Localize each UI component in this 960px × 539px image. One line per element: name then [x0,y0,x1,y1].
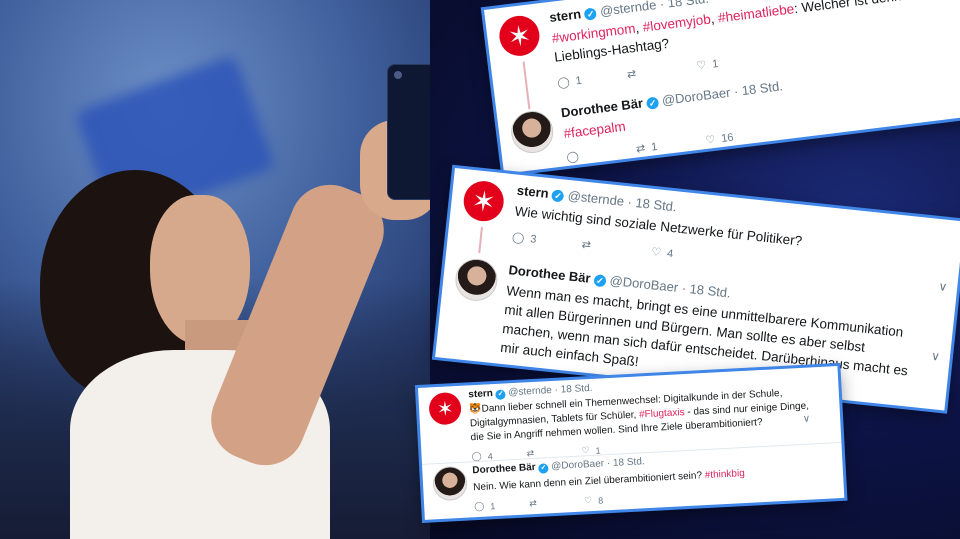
reply-button[interactable]: ◯ 3 [511,230,582,250]
retweet-button[interactable]: ⇄ [581,238,652,258]
author-name[interactable]: stern [516,183,549,201]
hashtag-link[interactable]: #thinkbig [704,468,745,481]
reply-button[interactable]: ◯ 1 [557,68,628,89]
chevron-down-icon[interactable]: ∨ [803,414,811,425]
retweet-count: 1 [650,140,658,154]
reply-icon: ◯ [511,231,525,245]
heart-icon: ♡ [704,133,717,147]
retweet-icon: ⇄ [528,497,537,509]
star-icon: ✶ [470,184,497,218]
star-icon: ✶ [436,397,455,421]
author-handle[interactable]: @sternde [508,385,552,398]
like-button[interactable]: ♡ 8 [584,493,640,507]
chevron-down-icon[interactable]: ∨ [938,279,948,294]
stern-logo-avatar[interactable]: ✶ [428,391,462,426]
tweet-time[interactable]: 18 Std. [635,195,678,214]
retweet-icon: ⇄ [581,238,592,252]
reply-icon: ◯ [565,150,580,164]
reply-count: 1 [574,74,583,87]
doro-avatar[interactable] [508,108,556,156]
tweet-time[interactable]: 18 Std. [667,0,710,11]
like-button[interactable]: ♡ 1 [696,51,767,72]
author-name[interactable]: Dorothee Bär [472,462,536,476]
star-icon: ✶ [505,19,533,53]
tweet-time[interactable]: 18 Std. [741,78,784,98]
tweet-card-3: ✶ stern ✓ @sternde · 18 Std. 🐯Dann liebe… [418,366,845,520]
heart-icon: ♡ [650,246,662,259]
like-count: 8 [597,494,604,506]
tweet-time[interactable]: 18 Std. [689,281,732,300]
retweet-button[interactable]: ⇄ [529,495,585,509]
author-name[interactable]: stern [548,6,581,25]
like-count: 4 [666,247,674,260]
hashtag-link[interactable]: #Flugtaxis [639,407,685,420]
tweet-time[interactable]: 18 Std. [613,456,645,469]
chevron-down-icon[interactable]: ∨ [930,349,940,364]
verified-badge-icon: ✓ [593,274,607,288]
retweet-button[interactable]: ⇄ [626,60,697,81]
heart-icon: ♡ [695,59,708,73]
retweet-icon: ⇄ [626,67,637,82]
verified-badge-icon: ✓ [551,189,565,203]
verified-badge-icon: ✓ [495,389,506,400]
retweet-icon: ⇄ [635,142,647,156]
doro-avatar[interactable] [453,256,500,303]
hashtag-link[interactable]: #lovemyjob [642,12,712,35]
reply-count: 1 [490,500,496,511]
like-button[interactable]: ♡ 4 [651,245,722,265]
tweet-time[interactable]: 18 Std. [560,383,592,396]
author-handle[interactable]: @sternde [567,188,625,209]
stern-logo-avatar[interactable]: ✶ [461,179,506,224]
reply-count: 3 [529,232,538,246]
author-handle[interactable]: @DoroBaer [551,458,604,472]
author-name[interactable]: stern [468,388,493,400]
reply-icon: ◯ [556,76,571,90]
like-count: 1 [711,57,719,71]
stern-logo-avatar[interactable]: ✶ [497,13,542,59]
like-count: 16 [720,131,735,145]
heart-icon: ♡ [583,495,593,506]
doro-avatar[interactable] [432,465,468,502]
verified-badge-icon: ✓ [538,463,549,474]
tiger-emoji: 🐯 [468,403,482,416]
verified-badge-icon: ✓ [645,96,660,110]
reply-button[interactable]: ◯ 1 [474,498,530,512]
author-handle[interactable]: @DoroBaer [609,273,679,295]
reply-icon: ◯ [474,500,485,512]
hashtag-link[interactable]: #heimatliebe [717,1,795,25]
verified-badge-icon: ✓ [584,7,598,21]
